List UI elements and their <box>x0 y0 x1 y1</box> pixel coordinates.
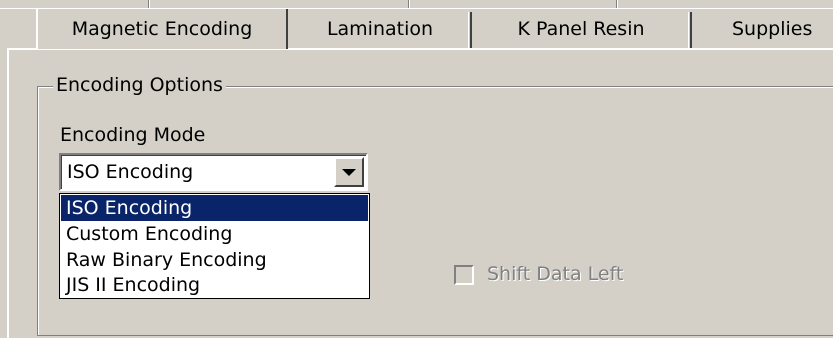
tab-label: Magnetic Encoding <box>71 18 253 40</box>
encoding-mode-combobox[interactable]: ISO Encoding <box>59 153 368 191</box>
dropdown-button[interactable] <box>334 157 364 187</box>
tab-lamination[interactable]: Lamination <box>290 9 470 49</box>
tab-k-panel-resin[interactable]: K Panel Resin <box>474 9 688 49</box>
encoding-mode-dropdown-list: ISO Encoding Custom Encoding Raw Binary … <box>59 193 370 299</box>
list-item[interactable]: Raw Binary Encoding <box>61 247 368 273</box>
tab-supplies[interactable]: Supplies <box>694 9 833 49</box>
back-tab-row <box>0 0 833 9</box>
chevron-down-icon <box>342 168 356 176</box>
tab-separator <box>688 12 692 50</box>
list-item[interactable]: Custom Encoding <box>61 221 368 247</box>
tab-label: Supplies <box>732 18 813 40</box>
shift-data-left-label: Shift Data Left <box>487 263 624 285</box>
back-tab-divider <box>408 0 410 8</box>
back-tab-divider <box>148 0 150 8</box>
group-title: Encoding Options <box>53 74 226 96</box>
tab-label: Lamination <box>326 18 434 40</box>
tab-magnetic-encoding[interactable]: Magnetic Encoding <box>36 9 288 49</box>
tab-label: K Panel Resin <box>517 18 645 40</box>
encoding-mode-label: Encoding Mode <box>60 124 206 146</box>
back-tab-divider <box>616 0 618 8</box>
tab-separator <box>468 12 472 50</box>
encoding-mode-value: ISO Encoding <box>67 161 194 183</box>
list-item[interactable]: JIS II Encoding <box>61 272 368 298</box>
shift-data-left-checkbox[interactable] <box>454 265 474 285</box>
list-item[interactable]: ISO Encoding <box>61 195 368 221</box>
